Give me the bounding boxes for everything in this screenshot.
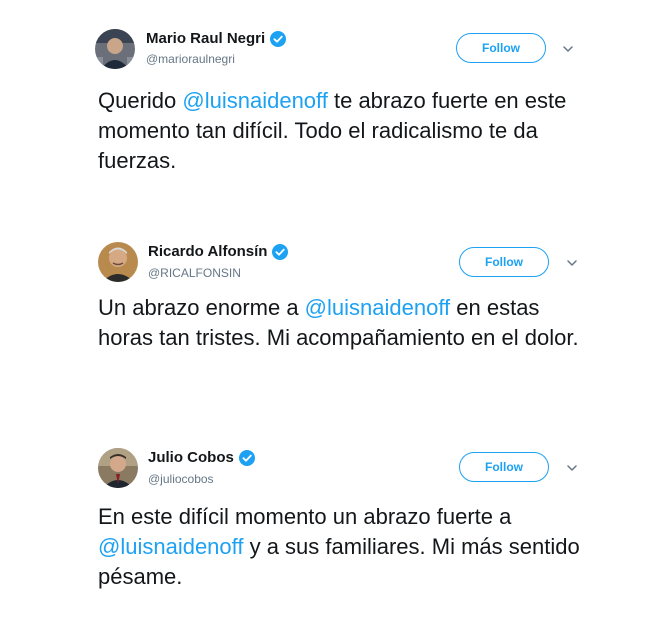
user-handle[interactable]: @marioraulnegri <box>146 52 235 66</box>
tweet-text-start: Un abrazo enorme a <box>98 295 305 320</box>
avatar[interactable] <box>95 29 135 69</box>
user-handle[interactable]: @juliocobos <box>148 472 214 486</box>
follow-button[interactable]: Follow <box>459 247 549 277</box>
verified-badge-icon <box>270 30 287 47</box>
tweet-text: Un abrazo enorme a @luisnaidenoff en est… <box>98 293 598 353</box>
display-name[interactable]: Julio Cobos <box>148 449 234 466</box>
author-row: Julio Cobos <box>148 449 255 466</box>
follow-button[interactable]: Follow <box>459 452 549 482</box>
mention-link[interactable]: @luisnaidenoff <box>305 295 450 320</box>
chevron-down-icon[interactable] <box>562 42 574 54</box>
chevron-down-icon[interactable] <box>566 461 578 473</box>
author-row: Ricardo Alfonsín <box>148 243 289 260</box>
tweet-text-start: Querido <box>98 88 183 113</box>
author-row: Mario Raul Negri <box>146 30 287 47</box>
avatar[interactable] <box>98 242 138 282</box>
user-handle[interactable]: @RICALFONSIN <box>148 266 241 280</box>
mention-link[interactable]: @luisnaidenoff <box>182 88 327 113</box>
avatar[interactable] <box>98 448 138 488</box>
display-name[interactable]: Mario Raul Negri <box>146 30 265 47</box>
tweet-text: En este difícil momento un abrazo fuerte… <box>98 502 598 592</box>
verified-badge-icon <box>238 449 255 466</box>
mention-link[interactable]: @luisnaidenoff <box>98 534 243 559</box>
follow-button[interactable]: Follow <box>456 33 546 63</box>
verified-badge-icon <box>272 243 289 260</box>
tweet-text-start: En este difícil momento un abrazo fuerte… <box>98 504 512 529</box>
display-name[interactable]: Ricardo Alfonsín <box>148 243 267 260</box>
tweet-text: Querido @luisnaidenoff te abrazo fuerte … <box>98 86 598 176</box>
chevron-down-icon[interactable] <box>566 256 578 268</box>
